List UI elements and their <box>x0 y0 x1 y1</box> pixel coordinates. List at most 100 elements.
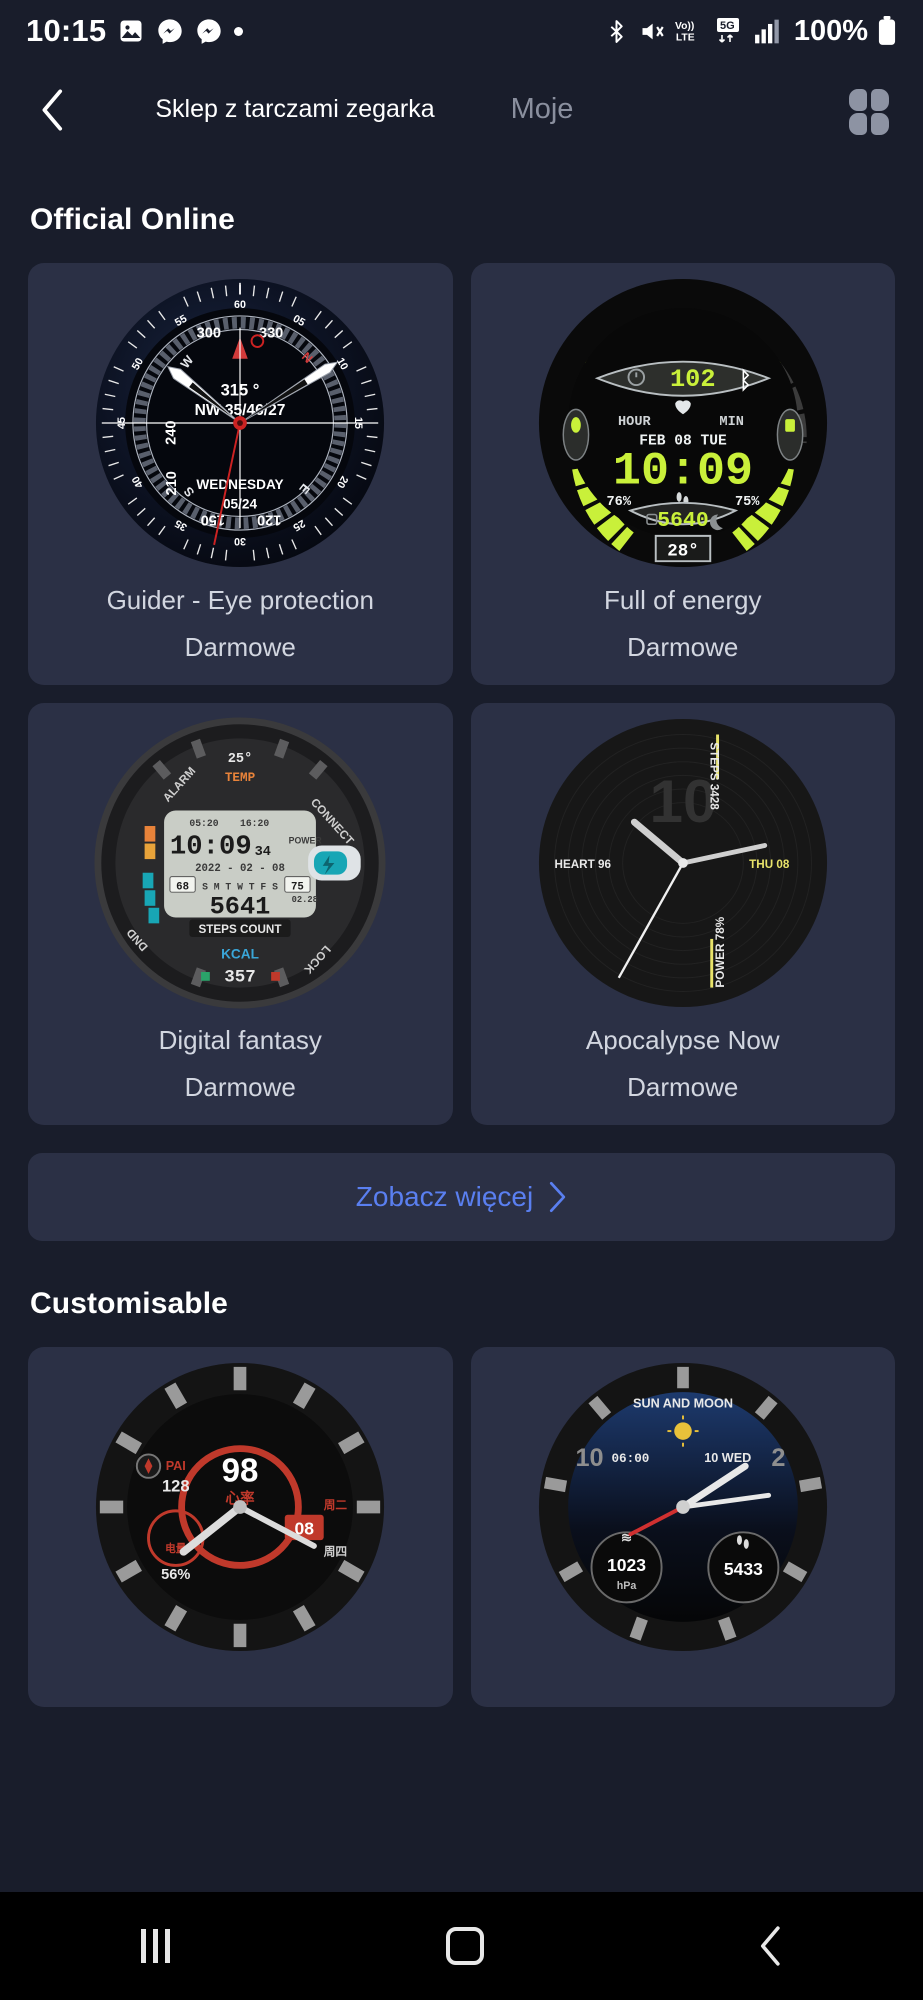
status-bar-right: Vo)) LTE 5G 100% <box>604 15 897 48</box>
back-button[interactable] <box>30 87 76 133</box>
svg-text:16:20: 16:20 <box>240 818 269 829</box>
system-nav-bar <box>0 1892 923 2000</box>
content-scroll[interactable]: Official Online 60 05 10 15 20 25 30 35 … <box>0 203 923 1707</box>
svg-text:TEMP: TEMP <box>225 770 256 785</box>
see-more-button[interactable]: Zobacz więcej <box>28 1153 895 1241</box>
svg-text:POWER 78%: POWER 78% <box>714 916 727 987</box>
card-price: Darmowe <box>627 632 739 662</box>
5g-icon: 5G <box>715 17 745 45</box>
signal-icon <box>754 18 782 45</box>
svg-text:MIN: MIN <box>719 415 744 430</box>
watch-face-preview-digital: 25° TEMP ALARM CONNECT 05:20 16:20 10:09… <box>94 717 386 1009</box>
svg-text:周四: 周四 <box>324 1545 347 1559</box>
svg-text:10:09: 10:09 <box>170 831 252 862</box>
watch-face-card[interactable]: SUN AND MOON 06:00 10 WED 10 2 1023 hPa … <box>470 1347 895 1707</box>
section-title-official: Official Online <box>30 203 235 236</box>
section-title-customisable: Customisable <box>30 1287 228 1320</box>
battery-icon <box>877 16 897 46</box>
svg-text:210: 210 <box>164 471 180 495</box>
svg-text:1023: 1023 <box>607 1555 646 1575</box>
app-screen: 10:15 Vo)) LTE 5G 100% Sklep z tarczami … <box>0 0 923 2000</box>
svg-text:06:00: 06:00 <box>611 1451 649 1466</box>
svg-text:05:20: 05:20 <box>190 818 219 829</box>
svg-text:LTE: LTE <box>676 32 695 43</box>
svg-text:34: 34 <box>255 845 271 860</box>
svg-text:75%: 75% <box>735 495 760 510</box>
watch-face-card[interactable]: 98 心率 PAI 128 56% 电量 08 周二 周四 <box>28 1347 453 1707</box>
svg-text:周二: 周二 <box>324 1498 348 1512</box>
svg-text:STEPS 3428: STEPS 3428 <box>707 742 720 810</box>
svg-text:5433: 5433 <box>724 1559 763 1579</box>
card-price: Darmowe <box>184 1072 296 1102</box>
watch-face-card[interactable]: 25° TEMP ALARM CONNECT 05:20 16:20 10:09… <box>28 703 453 1125</box>
status-bar-left: 10:15 <box>26 13 244 49</box>
watch-face-card[interactable]: 10 STEPS 3428 HEART 96 THU 08 POWER 78% <box>470 703 895 1125</box>
mute-icon <box>638 18 665 45</box>
svg-text:10: 10 <box>575 1444 603 1472</box>
back-icon[interactable] <box>754 1924 788 1968</box>
svg-text:PAI: PAI <box>166 1459 186 1473</box>
svg-text:240: 240 <box>164 421 180 445</box>
svg-text:02.28: 02.28 <box>292 895 318 905</box>
watch-face-grid-official: 60 05 10 15 20 25 30 35 40 45 50 55 300 … <box>28 263 895 1125</box>
app-bar: Sklep z tarczami zegarka Moje <box>0 62 923 157</box>
card-price: Darmowe <box>627 1072 739 1102</box>
volte-icon: Vo)) LTE <box>674 17 706 45</box>
svg-text:POWER: POWER <box>289 836 323 846</box>
svg-text:SUN AND MOON: SUN AND MOON <box>633 1397 733 1411</box>
svg-text:102: 102 <box>670 365 716 394</box>
watch-face-preview-compass: 60 05 10 15 20 25 30 35 40 45 50 55 300 … <box>94 277 386 569</box>
svg-text:28°: 28° <box>667 541 699 561</box>
svg-text:2022 - 02 - 08: 2022 - 02 - 08 <box>195 863 285 875</box>
grid-apps-icon[interactable] <box>847 87 893 135</box>
svg-text:5640: 5640 <box>657 509 708 533</box>
svg-text:HEART 96: HEART 96 <box>554 858 611 871</box>
card-price: Darmowe <box>184 632 296 662</box>
svg-text:30: 30 <box>234 535 246 547</box>
bluetooth-icon <box>604 18 629 45</box>
card-title: Digital fantasy <box>158 1025 322 1055</box>
chevron-left-icon <box>42 88 63 131</box>
svg-text:10:09: 10:09 <box>613 445 753 498</box>
watch-face-card[interactable]: 102 HOUR MIN FEB 08 TUE 10:09 76% 75% 56… <box>470 263 895 685</box>
svg-text:5641: 5641 <box>210 893 271 922</box>
photos-icon <box>117 17 145 45</box>
page-title: Sklep z tarczami zegarka <box>155 94 435 123</box>
watch-face-preview-energy: 102 HOUR MIN FEB 08 TUE 10:09 76% 75% 56… <box>537 277 829 569</box>
card-title: Apocalypse Now <box>585 1025 780 1055</box>
messenger-icon <box>195 17 223 45</box>
svg-text:98: 98 <box>222 1453 259 1490</box>
svg-text:357: 357 <box>224 968 256 988</box>
watch-face-preview-sunmoon: SUN AND MOON 06:00 10 WED 10 2 1023 hPa … <box>537 1361 829 1653</box>
svg-text:76%: 76% <box>606 495 631 510</box>
messenger-icon <box>156 17 184 45</box>
home-icon[interactable] <box>446 1927 485 1965</box>
chevron-right-icon <box>550 1181 566 1213</box>
watch-face-preview-apocalypse: 10 STEPS 3428 HEART 96 THU 08 POWER 78% <box>537 717 829 1009</box>
see-more-label: Zobacz więcej <box>355 1181 534 1212</box>
dot-icon <box>234 26 244 36</box>
svg-text:HOUR: HOUR <box>618 415 652 430</box>
tab-moje[interactable]: Moje <box>437 93 647 126</box>
svg-text:Vo)): Vo)) <box>675 21 694 32</box>
svg-text:2: 2 <box>771 1444 785 1472</box>
svg-text:25°: 25° <box>228 752 253 767</box>
battery-percent: 100% <box>793 14 868 47</box>
svg-text:10: 10 <box>649 767 716 835</box>
svg-text:S M T W T F S: S M T W T F S <box>202 881 278 892</box>
svg-text:300: 300 <box>197 325 221 341</box>
svg-text:120: 120 <box>257 511 281 527</box>
svg-text:KCAL: KCAL <box>221 946 259 961</box>
recents-icon[interactable] <box>135 1929 177 1963</box>
status-bar: 10:15 Vo)) LTE 5G 100% <box>0 0 923 62</box>
card-title: Guider - Eye protection <box>106 585 374 615</box>
watch-face-preview-pai: 98 心率 PAI 128 56% 电量 08 周二 周四 <box>94 1361 386 1653</box>
svg-text:hPa: hPa <box>616 1580 637 1592</box>
status-time: 10:15 <box>26 13 107 48</box>
svg-text:68: 68 <box>176 881 189 893</box>
svg-text:60: 60 <box>234 299 246 311</box>
svg-text:5G: 5G <box>720 20 735 32</box>
watch-face-grid-customisable: 98 心率 PAI 128 56% 电量 08 周二 周四 SUN AND MO… <box>28 1347 895 1707</box>
watch-face-card[interactable]: 60 05 10 15 20 25 30 35 40 45 50 55 300 … <box>28 263 453 685</box>
svg-text:THU 08: THU 08 <box>749 858 790 871</box>
